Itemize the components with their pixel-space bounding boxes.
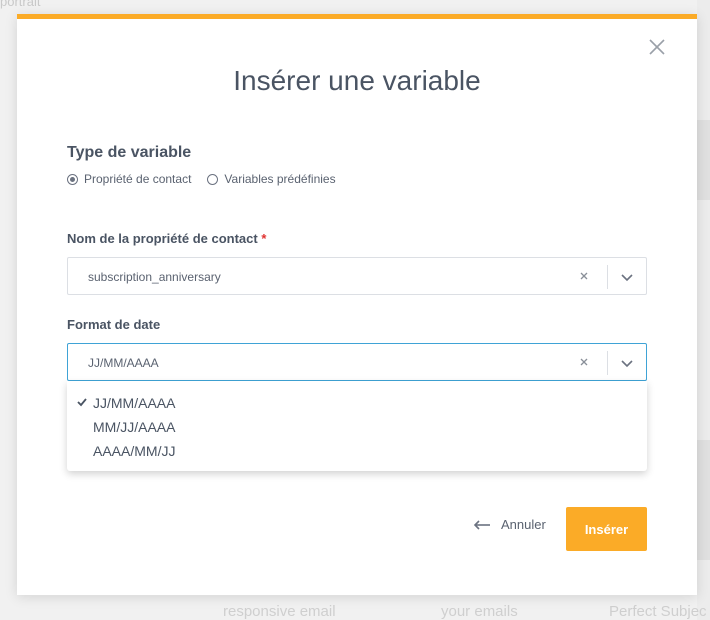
background-card [697, 440, 710, 560]
cancel-button[interactable]: Annuler [473, 517, 546, 532]
radio-contact-property[interactable]: Propriété de contact [67, 172, 191, 186]
radio-unchecked-icon [207, 173, 219, 185]
radio-label: Variables prédéfinies [224, 172, 336, 186]
select-separator [607, 265, 608, 289]
close-button[interactable] [647, 37, 667, 57]
chevron-down-icon [621, 274, 633, 282]
date-format-value: JJ/MM/AAAA [88, 356, 159, 370]
arrow-left-icon [473, 519, 490, 530]
clear-contact-property-button[interactable] [576, 268, 592, 284]
modal-title: Insérer une variable [233, 65, 481, 96]
radio-checked-icon [67, 173, 78, 185]
date-format-option[interactable]: AAAA/MM/JJ [93, 443, 175, 459]
contact-property-label: Nom de la propriété de contact * [67, 231, 266, 246]
background-bottom-text: your emails [441, 603, 518, 620]
clear-date-format-button[interactable] [576, 354, 592, 370]
chevron-down-icon [621, 360, 633, 368]
background-card [697, 120, 710, 200]
insert-button[interactable]: Insérer [566, 507, 647, 551]
background-bottom-text: responsive email [223, 603, 336, 620]
date-format-dropdown-toggle[interactable] [617, 353, 637, 373]
date-format-option[interactable]: JJ/MM/AAAA [93, 395, 175, 411]
variable-type-radio-group: Propriété de contact Variables prédéfini… [67, 172, 352, 186]
background-top-text: portrait [0, 0, 41, 9]
contact-property-select[interactable]: subscription_anniversary [67, 257, 647, 295]
background-bottom-text: Perfect Subjec [609, 603, 707, 620]
check-icon [77, 398, 87, 407]
radio-predefined-variables[interactable]: Variables prédéfinies [207, 172, 336, 186]
date-format-option[interactable]: MM/JJ/AAAA [93, 419, 175, 435]
radio-label: Propriété de contact [84, 172, 192, 186]
clear-icon [580, 272, 588, 280]
variable-type-label: Type de variable [67, 144, 192, 161]
contact-property-value: subscription_anniversary [88, 270, 221, 284]
required-mark: * [261, 231, 267, 246]
contact-property-label-text: Nom de la propriété de contact [67, 231, 258, 246]
select-separator [607, 351, 608, 375]
clear-icon [580, 358, 588, 366]
insert-variable-modal: Insérer une variable Type de variable Pr… [17, 14, 697, 595]
contact-property-dropdown-toggle[interactable] [617, 267, 637, 287]
date-format-dropdown-menu: JJ/MM/AAAA MM/JJ/AAAA AAAA/MM/JJ [67, 381, 647, 471]
close-icon [649, 39, 665, 55]
date-format-label: Format de date [67, 317, 161, 332]
cancel-button-label: Annuler [501, 517, 546, 532]
date-format-select[interactable]: JJ/MM/AAAA [67, 343, 647, 381]
